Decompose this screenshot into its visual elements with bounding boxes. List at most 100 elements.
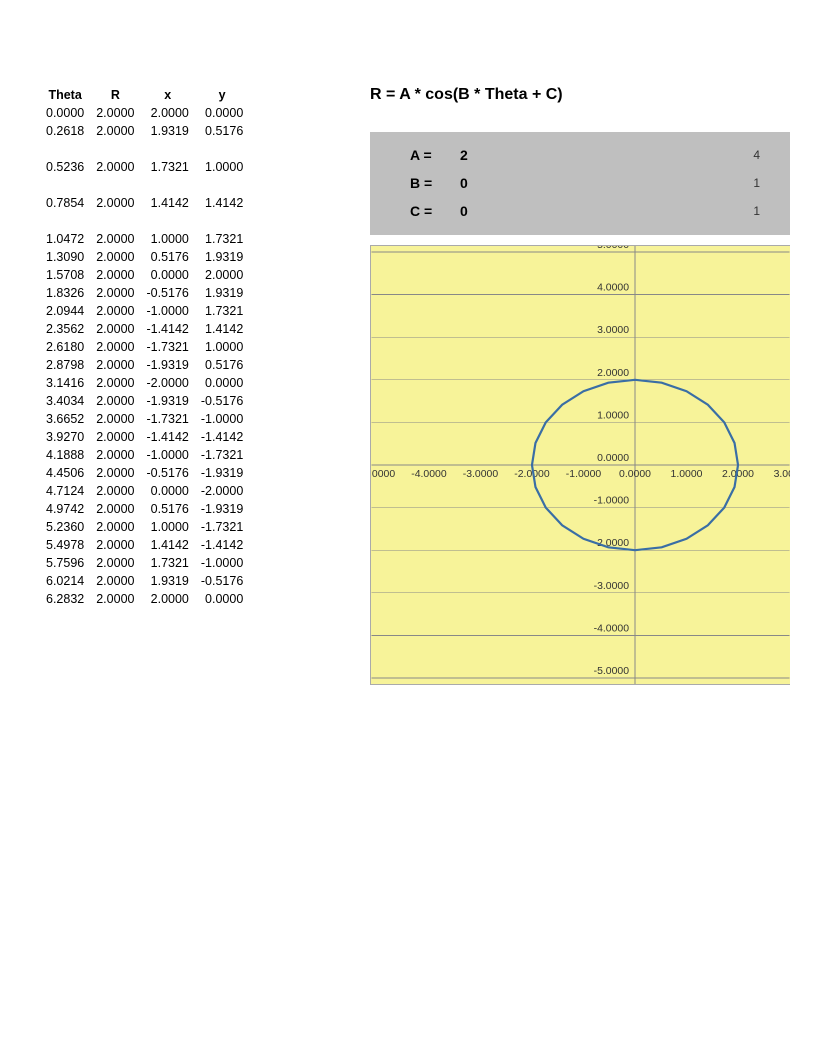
col-header: Theta	[40, 86, 90, 104]
table-row: 2.87982.0000-1.93190.5176	[40, 356, 249, 374]
cell: 0.5176	[195, 356, 249, 374]
param-b-value: 0	[460, 175, 520, 191]
cell: 3.6652	[40, 410, 90, 428]
svg-text:4.0000: 4.0000	[597, 283, 629, 294]
cell: 2.0000	[90, 572, 140, 590]
svg-text:-4.0000: -4.0000	[594, 623, 630, 634]
table-row: 2.09442.0000-1.00001.7321	[40, 302, 249, 320]
cell: -1.0000	[140, 446, 194, 464]
cell: 1.7321	[140, 554, 194, 572]
cell: -1.9319	[195, 500, 249, 518]
data-table-region: ThetaRxy 0.00002.00002.00000.00000.26182…	[40, 86, 340, 608]
cell: 1.7321	[195, 302, 249, 320]
cell: 2.0000	[195, 266, 249, 284]
cell: 2.0944	[40, 302, 90, 320]
cell: -0.5176	[140, 284, 194, 302]
param-row-a: A = 2 4	[410, 147, 770, 163]
parameter-box: A = 2 4 B = 0 1 C = 0 1	[370, 132, 790, 235]
cell: 1.3090	[40, 248, 90, 266]
cell: 2.0000	[140, 590, 194, 608]
cell: 1.9319	[140, 572, 194, 590]
cell: 0.7854	[40, 194, 90, 212]
param-c-alt: 1	[753, 204, 760, 218]
cell: -0.5176	[195, 392, 249, 410]
cell: 2.0000	[90, 464, 140, 482]
cell: -1.7321	[140, 338, 194, 356]
cell: 2.8798	[40, 356, 90, 374]
cell: 1.7321	[140, 158, 194, 176]
svg-text:-3.0000: -3.0000	[463, 469, 499, 480]
svg-text:0.0000: 0.0000	[619, 469, 651, 480]
cell: 2.0000	[140, 104, 194, 122]
cell: -1.4142	[140, 320, 194, 338]
cell: 4.9742	[40, 500, 90, 518]
cell: 2.0000	[90, 320, 140, 338]
table-row: 0.00002.00002.00000.0000	[40, 104, 249, 122]
param-row-b: B = 0 1	[410, 175, 770, 191]
cell: 2.0000	[90, 482, 140, 500]
cell: 2.0000	[90, 284, 140, 302]
param-a-label: A =	[410, 147, 460, 163]
spacer-row	[40, 140, 249, 158]
cell: 2.0000	[90, 230, 140, 248]
svg-text:-1.0000: -1.0000	[594, 496, 630, 507]
table-row: 4.71242.00000.0000-2.0000	[40, 482, 249, 500]
table-row: 0.26182.00001.93190.5176	[40, 122, 249, 140]
cell: 1.9319	[195, 248, 249, 266]
param-b-alt: 1	[753, 176, 760, 190]
cell: 1.0472	[40, 230, 90, 248]
cell: -1.9319	[140, 356, 194, 374]
cell: 5.4978	[40, 536, 90, 554]
cell: 2.6180	[40, 338, 90, 356]
table-row: 3.40342.0000-1.9319-0.5176	[40, 392, 249, 410]
cell: 0.0000	[195, 104, 249, 122]
cell: 3.9270	[40, 428, 90, 446]
cell: 1.0000	[195, 158, 249, 176]
svg-text:1.0000: 1.0000	[671, 469, 703, 480]
cell: 1.0000	[140, 518, 194, 536]
cell: 1.9319	[140, 122, 194, 140]
cell: 2.0000	[90, 338, 140, 356]
svg-text:0.0000: 0.0000	[597, 453, 629, 464]
cell: 2.0000	[90, 500, 140, 518]
cell: 1.4142	[195, 194, 249, 212]
cell: -1.0000	[195, 554, 249, 572]
cell: 2.0000	[90, 446, 140, 464]
cell: 1.5708	[40, 266, 90, 284]
cell: 1.4142	[195, 320, 249, 338]
col-header: R	[90, 86, 140, 104]
cell: 3.1416	[40, 374, 90, 392]
table-row: 2.61802.0000-1.73211.0000	[40, 338, 249, 356]
cell: 2.0000	[90, 248, 140, 266]
table-row: 5.75962.00001.7321-1.0000	[40, 554, 249, 572]
table-row: 3.14162.0000-2.00000.0000	[40, 374, 249, 392]
formula-title: R = A * cos(B * Theta + C)	[370, 86, 790, 104]
table-row: 0.52362.00001.73211.0000	[40, 158, 249, 176]
col-header: y	[195, 86, 249, 104]
chart-area: 5.00004.00003.00002.00001.00000.0000-1.0…	[370, 245, 790, 685]
cell: 2.0000	[90, 518, 140, 536]
cell: 2.0000	[90, 122, 140, 140]
table-row: 3.66522.0000-1.7321-1.0000	[40, 410, 249, 428]
cell: 1.7321	[195, 230, 249, 248]
cell: 1.0000	[140, 230, 194, 248]
cell: 2.0000	[90, 302, 140, 320]
cell: 2.0000	[90, 356, 140, 374]
cell: 0.5236	[40, 158, 90, 176]
svg-text:-5.0000: -5.0000	[594, 666, 630, 677]
header-row: ThetaRxy	[40, 86, 249, 104]
cell: 1.0000	[195, 338, 249, 356]
param-row-c: C = 0 1	[410, 203, 770, 219]
cell: 0.0000	[195, 374, 249, 392]
svg-text:3.0000: 3.0000	[597, 325, 629, 336]
cell: -1.0000	[195, 410, 249, 428]
cell: 4.1888	[40, 446, 90, 464]
cell: 6.0214	[40, 572, 90, 590]
table-row: 1.30902.00000.51761.9319	[40, 248, 249, 266]
cell: 5.2360	[40, 518, 90, 536]
data-table-body: 0.00002.00002.00000.00000.26182.00001.93…	[40, 104, 249, 608]
cell: 4.7124	[40, 482, 90, 500]
table-row: 3.92702.0000-1.4142-1.4142	[40, 428, 249, 446]
table-row: 4.97422.00000.5176-1.9319	[40, 500, 249, 518]
cell: 2.0000	[90, 410, 140, 428]
